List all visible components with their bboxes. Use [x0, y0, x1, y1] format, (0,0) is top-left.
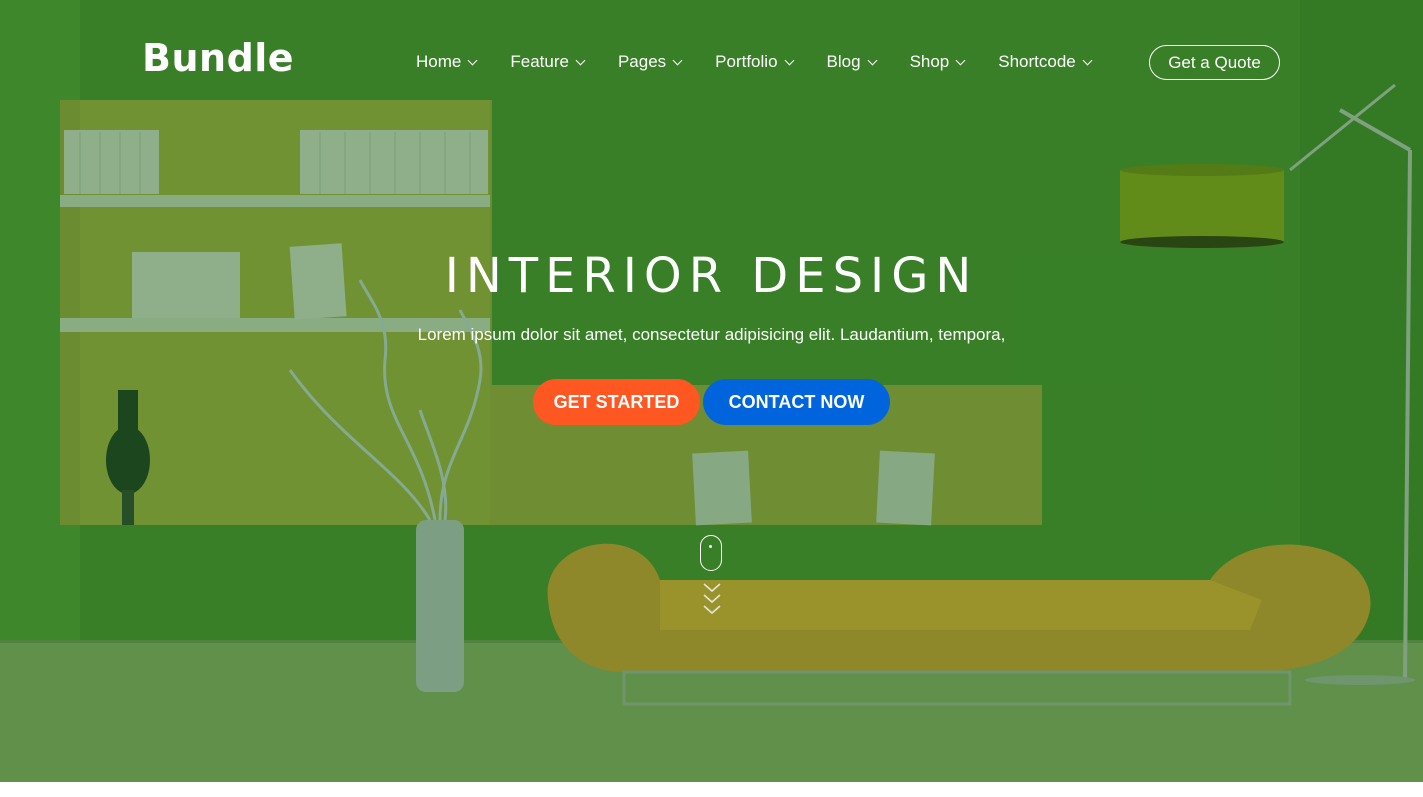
nav-item-portfolio[interactable]: Portfolio	[715, 52, 794, 72]
nav-item-blog[interactable]: Blog	[826, 52, 878, 72]
nav-item-label: Blog	[826, 52, 861, 71]
chevron-down-icon	[867, 55, 878, 65]
nav-item-label: Shortcode	[998, 52, 1076, 71]
nav-item-shortcode[interactable]: Shortcode	[998, 52, 1093, 72]
chevron-down-icon	[955, 55, 966, 65]
nav-item-home[interactable]: Home	[416, 52, 478, 72]
scroll-dot	[709, 545, 712, 548]
chevron-down-icon	[1082, 55, 1093, 65]
hero-subtitle: Lorem ipsum dolor sit amet, consectetur …	[417, 325, 1006, 344]
chevron-down-icon	[467, 55, 478, 65]
mouse-scroll-icon[interactable]	[700, 535, 722, 571]
scroll-down-arrows-icon[interactable]	[702, 582, 722, 618]
nav-item-label: Feature	[510, 52, 569, 71]
chevron-down-icon	[575, 55, 586, 65]
nav-item-label: Shop	[909, 52, 950, 71]
hero-section: Bundle Home Feature Pages Portfolio Blog…	[0, 0, 1423, 782]
nav-item-label: Home	[416, 52, 462, 71]
nav-item-shop[interactable]: Shop	[909, 52, 966, 72]
chevron-down-icon	[784, 55, 794, 65]
nav-item-pages[interactable]: Pages	[617, 52, 683, 72]
hero-title: INTERIOR DESIGN	[444, 248, 979, 304]
get-a-quote-button[interactable]: Get a Quote	[1149, 45, 1280, 80]
site-logo[interactable]: Bundle	[142, 36, 294, 80]
main-nav: Home Feature Pages Portfolio Blog Shop S…	[416, 50, 1125, 74]
chevron-down-icon	[672, 55, 683, 65]
get-started-button[interactable]: GET STARTED	[533, 379, 700, 425]
nav-item-feature[interactable]: Feature	[510, 52, 586, 72]
nav-item-label: Portfolio	[715, 52, 778, 71]
contact-now-button[interactable]: CONTACT NOW	[703, 379, 890, 425]
nav-item-label: Pages	[617, 52, 667, 71]
